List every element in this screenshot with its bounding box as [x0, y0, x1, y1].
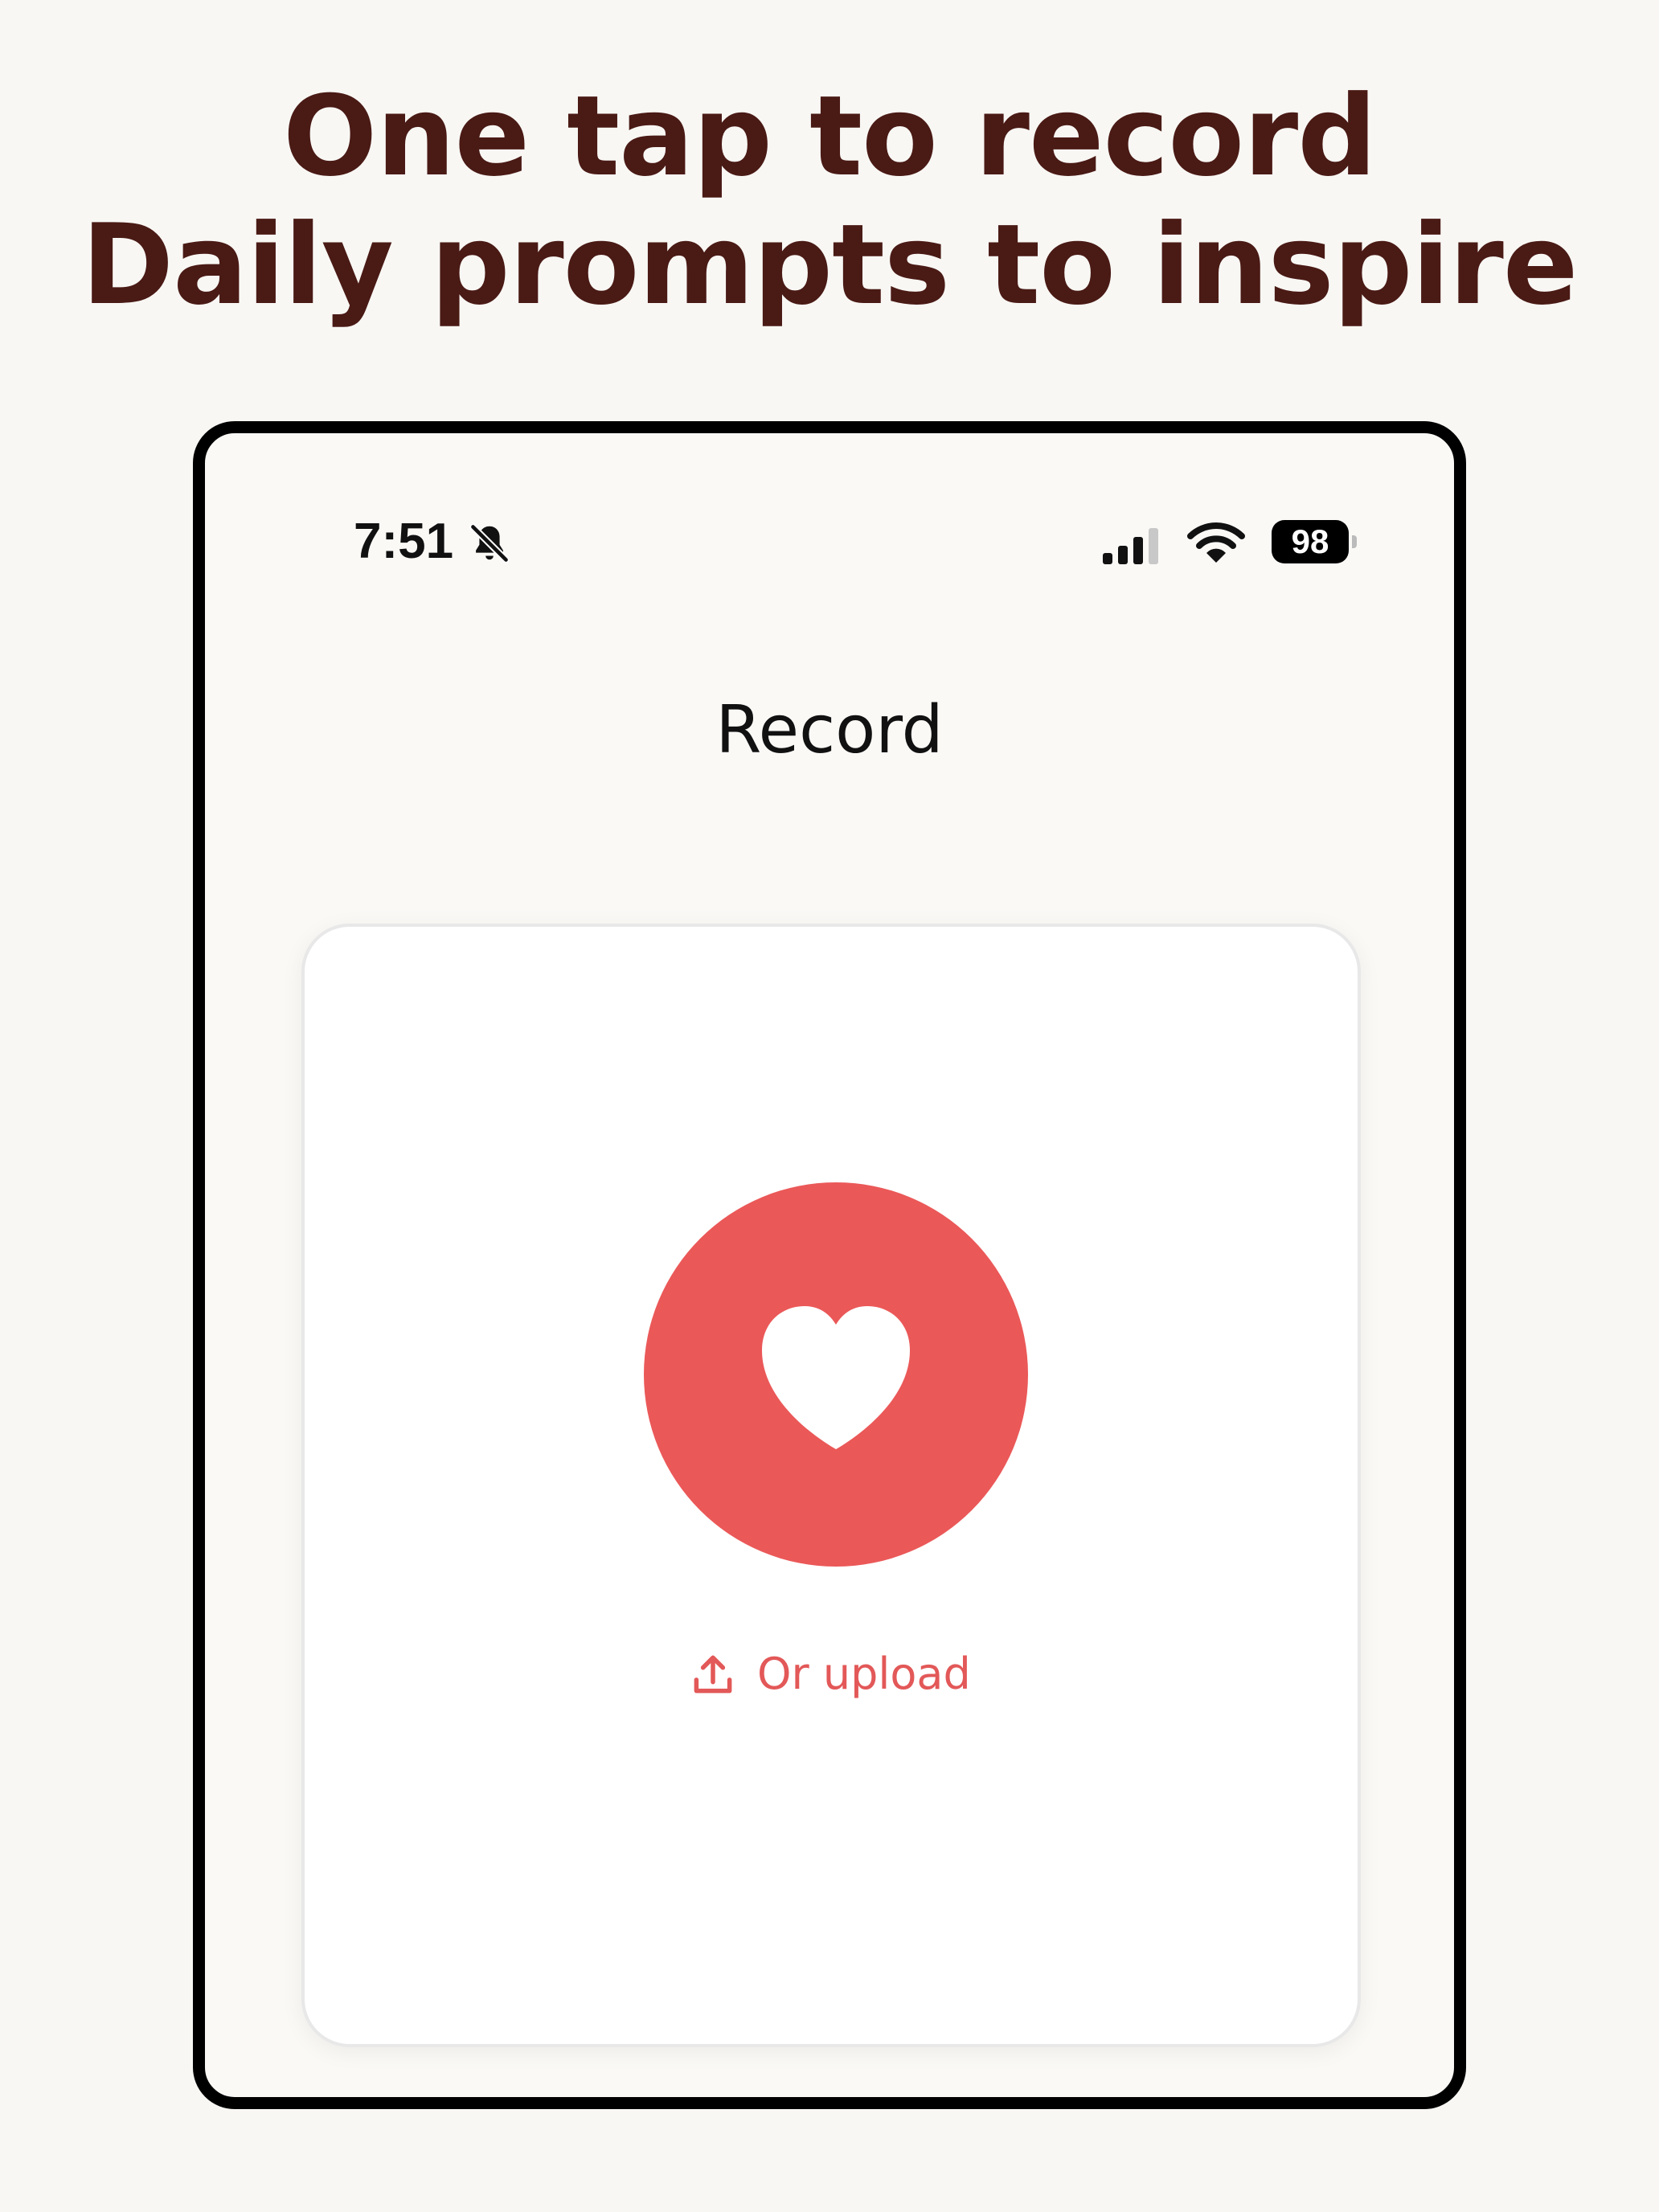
bell-slash-icon: [469, 523, 510, 563]
page-title: Record: [715, 692, 944, 768]
record-card: Or upload: [301, 924, 1361, 2047]
headline-line-2: Daily prompts to inspire: [81, 200, 1579, 330]
battery-indicator: 98: [1272, 520, 1349, 563]
headline: One tap to record Daily prompts to inspi…: [0, 72, 1659, 330]
record-button[interactable]: [644, 1182, 1028, 1567]
battery-cap: [1352, 535, 1357, 548]
upload-icon: [694, 1655, 732, 1694]
upload-button[interactable]: Or upload: [686, 1642, 971, 1706]
upload-label: Or upload: [757, 1649, 971, 1699]
status-bar: 7:51 98: [205, 433, 1454, 567]
status-time: 7:51: [354, 514, 454, 569]
cellular-signal-icon: [1103, 528, 1158, 564]
wifi-icon: [1187, 522, 1245, 563]
headline-line-1: One tap to record: [282, 72, 1377, 201]
phone-frame: 7:51 98 Record Or upload: [193, 421, 1466, 2109]
heart-icon: [762, 1306, 910, 1449]
